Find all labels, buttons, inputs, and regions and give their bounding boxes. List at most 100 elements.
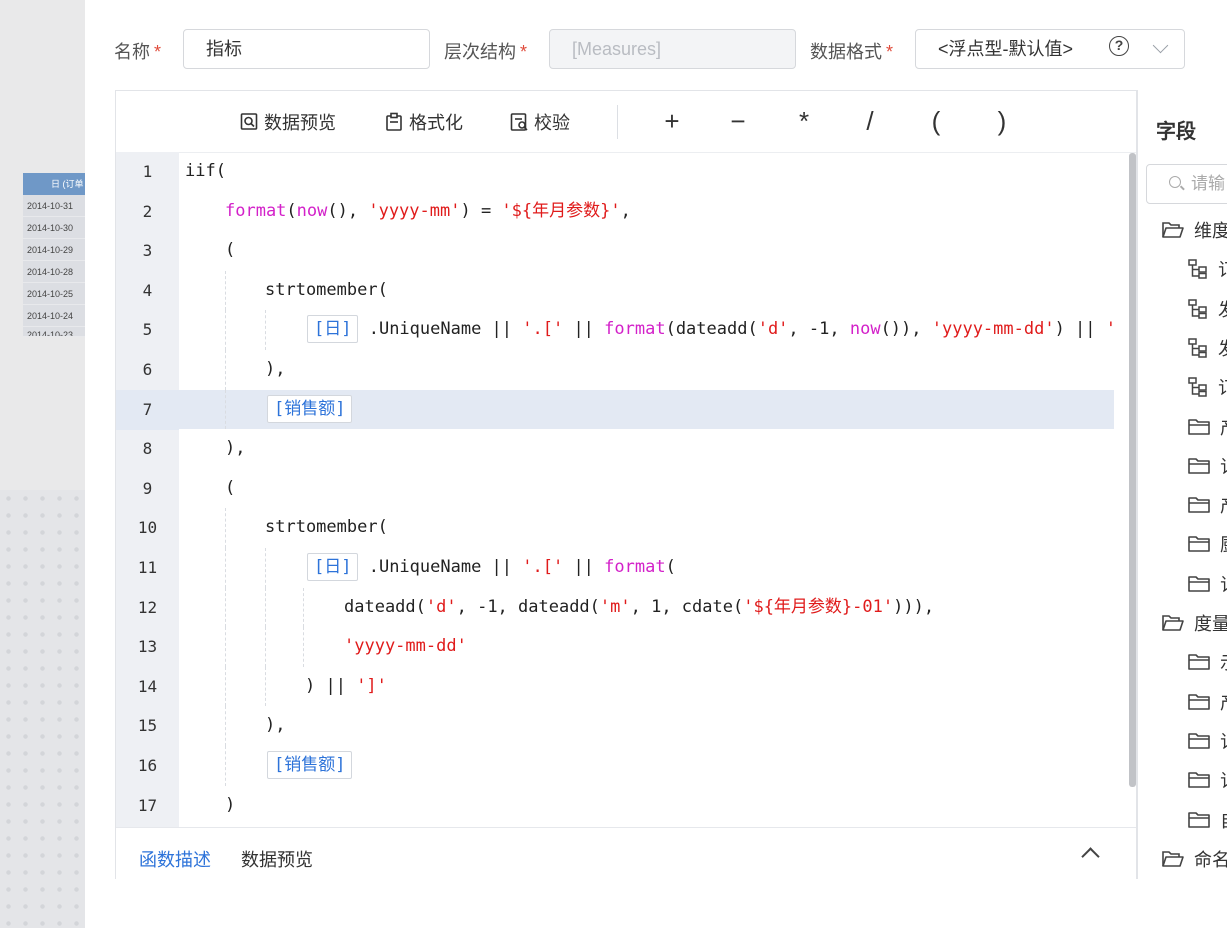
- field-tree-item[interactable]: 自: [1188, 808, 1227, 832]
- code-line: [日] .UniqueName || '.[' || format(datead…: [179, 310, 1114, 350]
- folder-icon: [1188, 418, 1210, 435]
- field-tree-item[interactable]: 订: [1188, 454, 1227, 478]
- field-tree-label: 发: [1218, 335, 1227, 361]
- line-number: 3: [142, 241, 153, 261]
- folder-icon: [1188, 733, 1210, 749]
- preview-button[interactable]: 数据预览: [240, 110, 336, 134]
- code-line: (: [225, 477, 236, 498]
- field-tree-label: 产: [1220, 492, 1227, 518]
- code-line: ) || ']': [179, 666, 1114, 707]
- background-table-row: 2014-10-29: [23, 239, 85, 261]
- field-tree-item[interactable]: 订: [1188, 729, 1227, 753]
- field-tree-label: 度量: [1194, 614, 1227, 634]
- field-tree-item[interactable]: 维度: [1162, 218, 1227, 242]
- field-panel: 字段 请输 维度订发发订产订产厨订度量示产订订自命名: [1137, 90, 1227, 879]
- line-number: 2: [142, 201, 153, 221]
- code-line: format(now(), 'yyyy-mm') = '${年月参数}',: [225, 200, 631, 221]
- field-tree-item[interactable]: 订: [1188, 768, 1227, 792]
- code-line: ),: [179, 706, 1114, 746]
- open-paren-button[interactable]: (: [921, 105, 951, 137]
- line-number: 16: [137, 756, 158, 775]
- field-tree-label: 订: [1220, 453, 1227, 479]
- search-icon: [1169, 176, 1181, 188]
- code-line: [销售额]: [179, 746, 1114, 786]
- code-line-active: [销售额]: [179, 389, 1114, 430]
- hierarchy-input: [Measures]: [549, 29, 796, 69]
- name-input[interactable]: 指标: [183, 29, 430, 69]
- chevron-up-icon[interactable]: [1081, 847, 1100, 866]
- field-tree-label: 发: [1218, 296, 1227, 322]
- code-line: ),: [225, 438, 246, 459]
- search-placeholder: 请输: [1191, 174, 1225, 193]
- field-tree-label: 产: [1220, 414, 1227, 440]
- field-tree-item[interactable]: 命名: [1162, 847, 1227, 871]
- panel-title: 字段: [1156, 121, 1196, 143]
- line-number: 8: [142, 439, 153, 459]
- required-mark: *: [520, 42, 528, 62]
- editor-scrollbar[interactable]: [1129, 153, 1136, 787]
- code-line: 'yyyy-mm-dd': [179, 627, 1114, 667]
- field-tree-item[interactable]: 发: [1188, 336, 1227, 360]
- measure-tag[interactable]: [销售额]: [267, 394, 353, 423]
- help-icon[interactable]: ?: [1109, 36, 1129, 56]
- code-line: [日] .UniqueName || '.[' || format(: [179, 548, 1114, 588]
- field-tree-label: 命名: [1194, 849, 1227, 870]
- field-tree-item[interactable]: 示: [1188, 650, 1227, 674]
- background-table-row: 2014-10-25: [23, 283, 85, 305]
- field-tree-item[interactable]: 厨: [1188, 532, 1227, 556]
- line-number: 7: [142, 399, 153, 419]
- line-number: 10: [137, 518, 158, 538]
- field-search-input[interactable]: 请输: [1146, 164, 1227, 204]
- minus-operator-button[interactable]: −: [723, 105, 753, 137]
- hierarchy-icon: [1188, 338, 1207, 358]
- field-tree-label: 示: [1220, 649, 1227, 675]
- field-tree-label: 订: [1218, 374, 1227, 400]
- close-paren-button[interactable]: ): [987, 105, 1017, 137]
- toolbar-divider: [617, 105, 618, 139]
- field-tree-label: 订: [1220, 767, 1227, 793]
- line-number: 5: [142, 320, 153, 340]
- background-table-row: 2014-10-31: [23, 195, 85, 217]
- field-tree-label: 产: [1220, 689, 1227, 715]
- field-tree-item[interactable]: 产: [1188, 493, 1227, 517]
- line-number: 1: [142, 162, 153, 181]
- field-tree-item[interactable]: 订: [1188, 375, 1227, 399]
- code-line: ): [225, 794, 236, 815]
- dimension-tag[interactable]: [日]: [307, 553, 359, 581]
- preview-label: 数据预览: [264, 113, 336, 133]
- dimension-tag[interactable]: [日]: [307, 315, 359, 344]
- field-tree-item[interactable]: 产: [1188, 415, 1227, 439]
- field-tree-item[interactable]: 发: [1188, 297, 1227, 321]
- tab-data-preview[interactable]: 数据预览: [241, 846, 313, 872]
- line-number: 12: [137, 597, 158, 617]
- field-tree-item[interactable]: 产: [1188, 690, 1227, 714]
- code-area[interactable]: iif( format(now(), 'yyyy-mm') = '${年月参数}…: [179, 152, 1114, 827]
- folder-icon: [1188, 693, 1210, 710]
- field-tree-label: 订: [1218, 256, 1227, 282]
- expression-editor: 数据预览 格式化 校验 + − * / ( ) 1 2 3 4 5 6 7 8 9 10 11 12 1…: [115, 90, 1137, 879]
- hierarchy-icon: [1188, 298, 1207, 319]
- background-table-row: 2014-10-23: [23, 327, 85, 337]
- field-tree-label: 自: [1220, 807, 1227, 833]
- format-button[interactable]: 格式化: [385, 110, 463, 134]
- line-number-gutter: 1 2 3 4 5 6 7 8 9 10 11 12 13 14 15 16 17: [116, 152, 179, 827]
- measure-tag[interactable]: [销售额]: [267, 751, 353, 779]
- validate-button[interactable]: 校验: [510, 110, 570, 134]
- folder-icon: [1188, 575, 1210, 592]
- field-tree-item[interactable]: 度量: [1162, 611, 1227, 635]
- field-tree-item[interactable]: 订: [1188, 572, 1227, 596]
- code-line: iif(: [185, 161, 226, 181]
- folder-icon: [1188, 654, 1210, 671]
- multiply-operator-button[interactable]: *: [789, 105, 819, 137]
- folder-icon: [1188, 536, 1210, 553]
- required-mark: *: [154, 42, 162, 62]
- hierarchy-icon: [1188, 259, 1207, 280]
- code-line: (: [225, 240, 236, 261]
- tab-function-description[interactable]: 函数描述: [139, 846, 211, 872]
- divide-operator-button[interactable]: /: [855, 105, 885, 137]
- plus-operator-button[interactable]: +: [657, 105, 687, 137]
- format-select[interactable]: <浮点型-默认值>: [915, 29, 1185, 69]
- field-tree-item[interactable]: 订: [1188, 257, 1227, 281]
- format-label: 格式化: [409, 113, 463, 133]
- name-label: 名称 *: [114, 42, 162, 62]
